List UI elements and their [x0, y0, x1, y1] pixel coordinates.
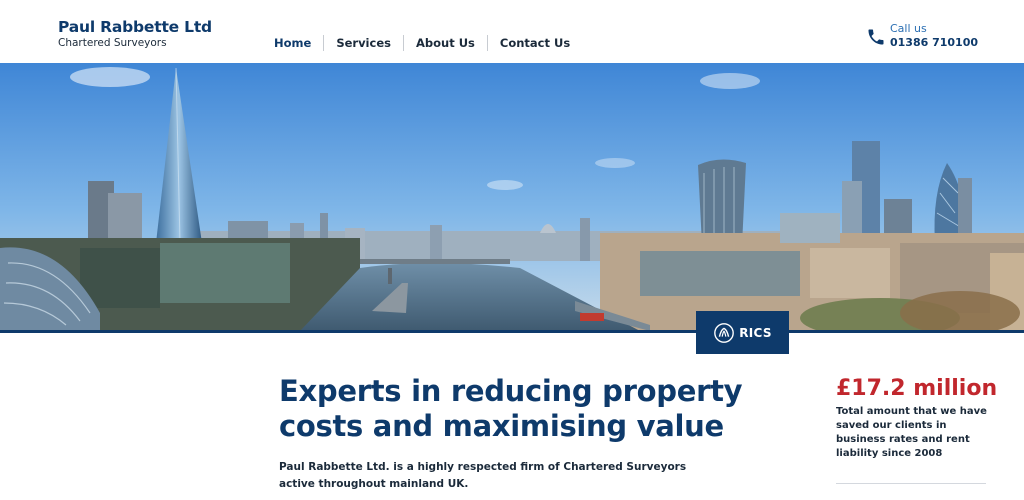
nav-item-home[interactable]: Home — [262, 35, 323, 51]
nav-item-about-us[interactable]: About Us — [402, 35, 487, 51]
phone-icon — [868, 29, 884, 45]
page-headline: Experts in reducing property costs and m… — [279, 374, 743, 443]
rics-badge-label: RICS — [739, 325, 772, 340]
rics-logo-icon — [714, 322, 735, 343]
main-nav: Home Services About Us Contact Us — [262, 34, 582, 52]
site-logo-name[interactable]: Paul Rabbette Ltd — [58, 18, 212, 36]
rics-badge[interactable]: RICS — [696, 311, 789, 354]
stat-divider — [836, 483, 986, 484]
nav-item-contact-us[interactable]: Contact Us — [486, 35, 582, 51]
call-us-label: Call us — [890, 22, 927, 35]
phone-number[interactable]: 01386 710100 — [890, 36, 978, 49]
nav-item-services[interactable]: Services — [323, 35, 403, 51]
savings-stat-description: Total amount that we have saved our clie… — [836, 406, 987, 459]
site-logo-tagline: Chartered Surveyors — [58, 37, 167, 49]
intro-text: Paul Rabbette Ltd. is a highly respected… — [279, 461, 687, 490]
hero-bottom-bar — [0, 330, 1024, 333]
skyline-illustration — [0, 63, 1024, 331]
site-header: Paul Rabbette Ltd Chartered Surveyors Ho… — [0, 0, 1024, 63]
savings-stat-value: £17.2 million — [836, 376, 998, 401]
hero-skyline-image — [0, 63, 1024, 331]
